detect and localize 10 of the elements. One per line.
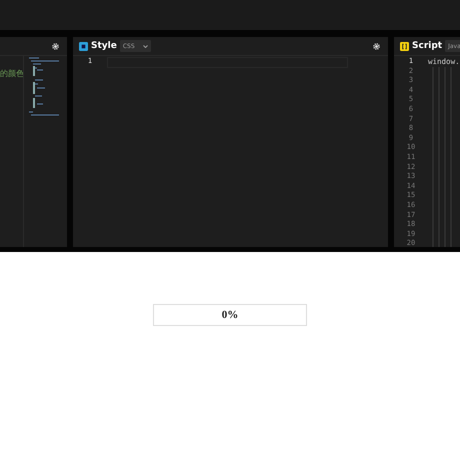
- progress-label: 0%: [222, 309, 238, 321]
- minimap-drawing: [27, 56, 60, 118]
- style-icon: [79, 42, 88, 50]
- script-icon: [400, 42, 409, 50]
- panel-title: Script: [412, 41, 442, 51]
- settings-icon[interactable]: [373, 42, 380, 50]
- settings-icon[interactable]: [52, 42, 59, 50]
- code-comment: 的颜色: [0, 68, 24, 79]
- caret-icon: [142, 44, 148, 48]
- panel-title: Style: [91, 41, 117, 51]
